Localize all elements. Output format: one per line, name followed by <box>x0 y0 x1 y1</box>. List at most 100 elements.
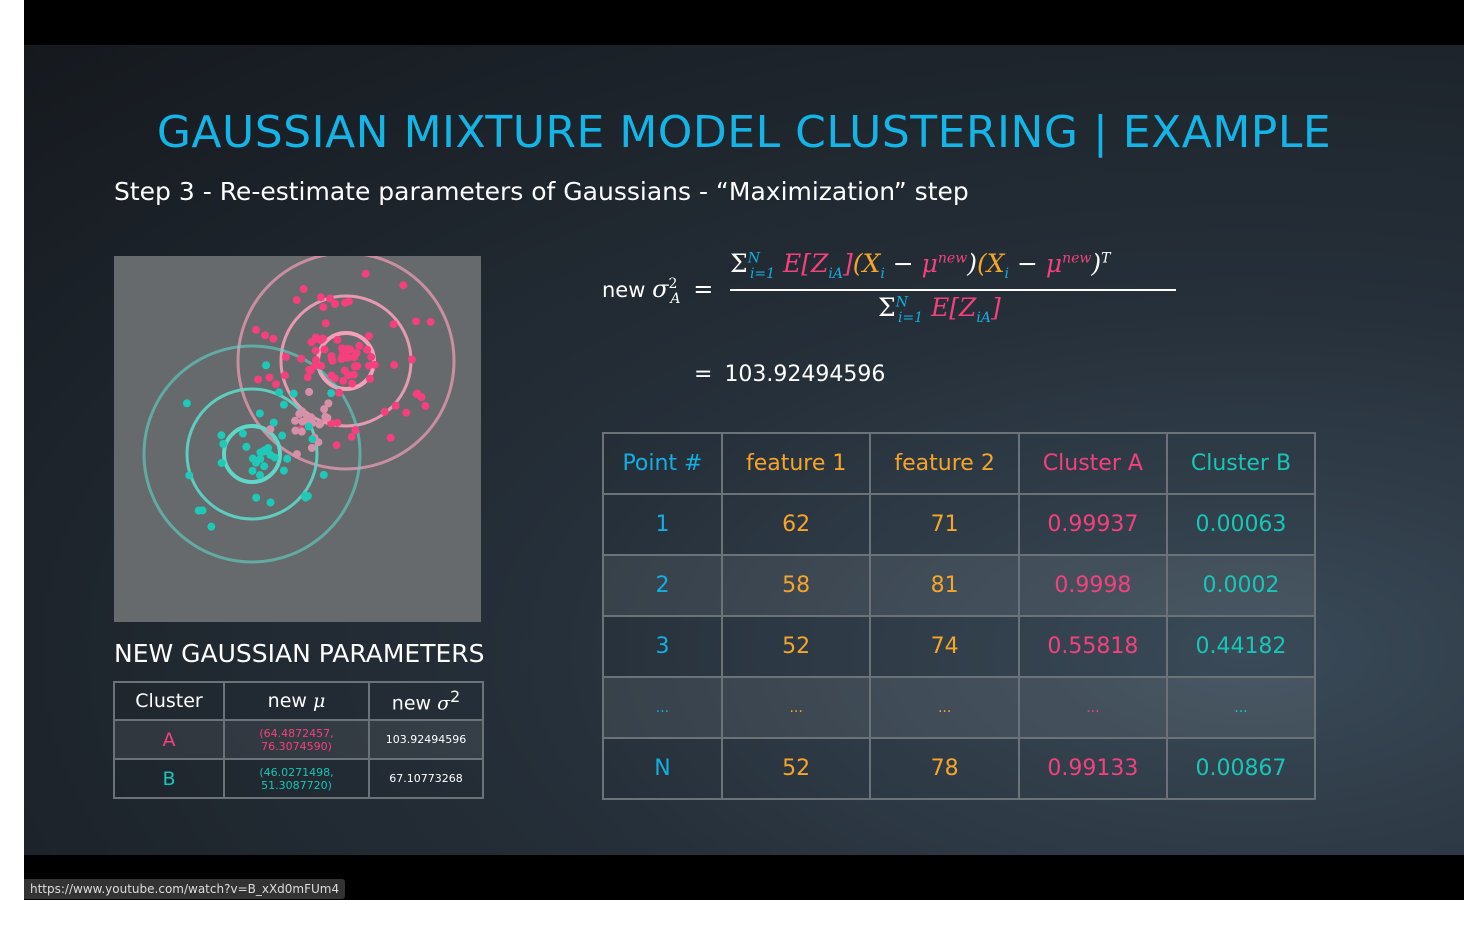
table-cell: 52 <box>720 737 872 800</box>
data-point <box>327 389 336 398</box>
data-point <box>266 450 275 459</box>
data-point <box>413 389 422 398</box>
fraction-bar <box>730 289 1176 291</box>
data-point <box>317 361 326 370</box>
table-cell: ... <box>869 676 1020 739</box>
table-cell: N <box>602 737 723 800</box>
data-point <box>279 400 288 409</box>
subscript: A <box>670 290 681 307</box>
data-point <box>280 371 289 380</box>
data-point <box>217 458 226 467</box>
cluster-scatter-plot <box>114 256 481 622</box>
data-point <box>289 389 298 398</box>
data-point <box>254 375 263 384</box>
data-point <box>333 335 342 344</box>
header-cluster-a: Cluster A <box>1017 432 1168 495</box>
table-cell: ... <box>1017 676 1168 739</box>
data-point <box>321 319 330 328</box>
data-point <box>278 431 287 440</box>
new-label: new <box>602 278 646 302</box>
data-point <box>291 426 300 435</box>
data-point <box>363 345 372 354</box>
data-point <box>316 419 325 428</box>
table-cell: 0.99133 <box>1017 737 1168 800</box>
data-point <box>319 470 328 479</box>
table-cell: 0.00867 <box>1165 737 1317 800</box>
data-point <box>355 341 364 350</box>
slide: GAUSSIAN MIXTURE MODEL CLUSTERING | EXAM… <box>24 45 1464 855</box>
table-row: ............... <box>602 676 1317 739</box>
data-point <box>348 379 357 388</box>
header-new-sigma: new σ2 <box>368 681 484 721</box>
table-cell: 0.00063 <box>1165 493 1317 556</box>
data-point <box>303 373 312 382</box>
data-point <box>412 317 421 326</box>
data-point <box>311 346 320 355</box>
data-point <box>238 429 247 438</box>
equals: = <box>693 275 714 303</box>
sigma-symbol: σ <box>652 275 669 303</box>
formula-result: = 103.92494596 <box>694 362 886 387</box>
exponent: 2 <box>668 276 678 292</box>
data-point <box>331 300 340 309</box>
data-point <box>266 498 275 507</box>
table-row: 3 52 74 0.55818 0.44182 <box>602 615 1317 678</box>
data-point <box>364 332 373 341</box>
table-cell: 71 <box>869 493 1020 556</box>
data-point <box>269 334 278 343</box>
numerator: ΣNi=1 E[ZiA](Xi − μnew)(Xi − μnew)T <box>730 249 1111 282</box>
data-point <box>327 354 336 363</box>
header-new-mu: new μ <box>223 681 370 721</box>
data-point <box>261 331 270 340</box>
table-cell: 3 <box>602 615 723 678</box>
data-point <box>265 373 274 382</box>
header-point: Point # <box>602 432 723 495</box>
data-point <box>349 370 358 379</box>
data-point <box>321 412 330 421</box>
data-point <box>262 361 271 370</box>
data-point <box>292 450 301 459</box>
table-cell: 0.0002 <box>1165 554 1317 617</box>
data-point <box>279 466 288 475</box>
data-point <box>339 376 348 385</box>
data-point <box>305 387 314 396</box>
data-point <box>386 433 395 442</box>
sigma-value: 67.10773268 <box>368 758 484 799</box>
data-point <box>219 439 228 448</box>
data-point <box>426 317 435 326</box>
points-header-row: Point # feature 1 feature 2 Cluster A Cl… <box>602 432 1317 495</box>
data-point <box>389 320 398 329</box>
data-point <box>364 361 373 370</box>
points-table: Point # feature 1 feature 2 Cluster A Cl… <box>602 432 1317 800</box>
data-point <box>402 408 411 417</box>
slide-subtitle: Step 3 - Re-estimate parameters of Gauss… <box>114 177 969 206</box>
data-point <box>344 353 353 362</box>
data-point <box>269 418 278 427</box>
mu-value: (46.0271498, 51.3087720) <box>223 758 370 799</box>
data-point <box>252 493 261 502</box>
data-point <box>335 388 344 397</box>
table-row: A (64.4872457, 76.3074590) 103.92494596 <box>113 719 484 760</box>
data-point <box>319 303 328 312</box>
params-header-row: Cluster new μ new σ2 <box>113 681 484 721</box>
data-point <box>366 374 375 383</box>
data-point <box>311 333 320 342</box>
data-point <box>320 345 329 354</box>
table-cell: 0.99937 <box>1017 493 1168 556</box>
table-cell: 0.9998 <box>1017 554 1168 617</box>
data-point <box>316 293 325 302</box>
params-table: Cluster new μ new σ2 A (64.4872457, 76.3… <box>113 681 484 799</box>
data-point <box>390 361 399 370</box>
table-cell: 74 <box>869 615 1020 678</box>
data-point <box>275 388 284 397</box>
data-point <box>283 454 292 463</box>
params-heading: NEW GAUSSIAN PARAMETERS <box>114 639 485 668</box>
table-row: 2 58 81 0.9998 0.0002 <box>602 554 1317 617</box>
data-point <box>299 285 308 294</box>
table-cell: 0.44182 <box>1165 615 1317 678</box>
cluster-label: B <box>113 758 225 799</box>
data-point <box>182 399 191 408</box>
data-point <box>291 416 300 425</box>
data-point <box>242 442 251 451</box>
data-point <box>308 435 317 444</box>
